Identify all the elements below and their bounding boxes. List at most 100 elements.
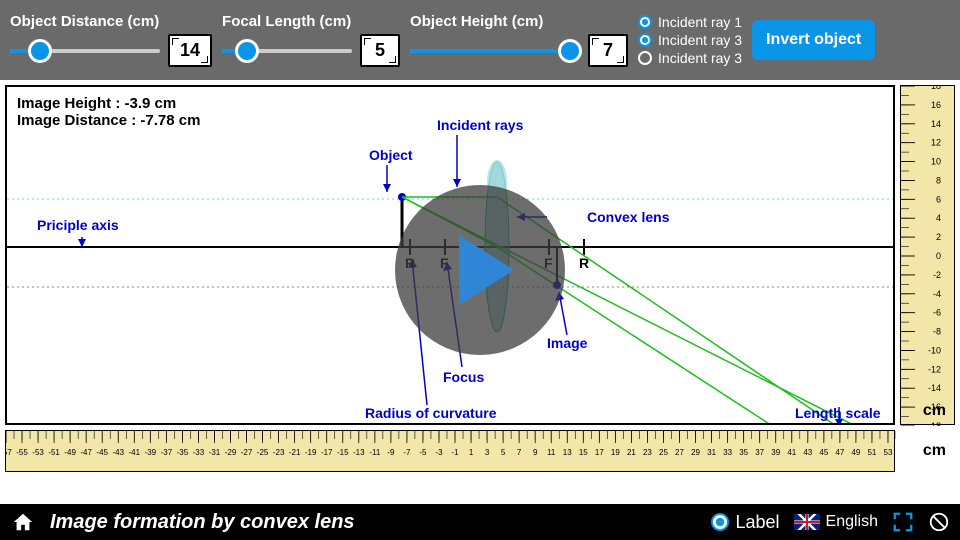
incident-ray-1-toggle[interactable]: Incident ray 1	[638, 14, 742, 30]
svg-text:3: 3	[485, 448, 490, 457]
svg-text:13: 13	[563, 448, 572, 457]
label-toggle[interactable]: Label	[711, 512, 779, 533]
radio-on-icon	[711, 513, 729, 531]
svg-text:6: 6	[936, 194, 941, 204]
svg-text:21: 21	[627, 448, 636, 457]
svg-text:19: 19	[611, 448, 620, 457]
svg-text:-41: -41	[129, 448, 141, 457]
object-height-value[interactable]: 7	[588, 34, 628, 67]
horizontal-ruler[interactable]: -57-55-53-51-49-47-45-43-41-39-37-35-33-…	[5, 430, 895, 472]
svg-text:39: 39	[771, 448, 780, 457]
svg-text:-6: -6	[933, 308, 941, 318]
svg-text:-51: -51	[48, 448, 60, 457]
play-button[interactable]	[395, 185, 565, 355]
label-incident-rays: Incident rays	[437, 117, 523, 133]
object-height-control: Object Height (cm) 7	[410, 13, 628, 67]
radio-on-icon	[638, 33, 652, 47]
svg-text:33: 33	[723, 448, 732, 457]
svg-text:-5: -5	[419, 448, 427, 457]
incident-ray-2-toggle[interactable]: Incident ray 3	[638, 32, 742, 48]
svg-text:-43: -43	[112, 448, 124, 457]
invert-object-button[interactable]: Invert object	[752, 20, 875, 59]
svg-text:29: 29	[691, 448, 700, 457]
home-icon[interactable]	[10, 511, 36, 533]
label-R-right: R	[579, 255, 589, 271]
svg-text:-10: -10	[928, 345, 941, 355]
radio-off-icon	[638, 51, 652, 65]
svg-text:37: 37	[755, 448, 764, 457]
svg-text:14: 14	[931, 119, 941, 129]
svg-text:23: 23	[643, 448, 652, 457]
svg-text:-47: -47	[80, 448, 92, 457]
svg-text:-12: -12	[928, 364, 941, 374]
svg-text:5: 5	[501, 448, 506, 457]
svg-text:27: 27	[675, 448, 684, 457]
label-convex-lens: Convex lens	[587, 209, 669, 225]
label-principle-axis: Priciple axis	[37, 217, 119, 233]
focal-length-control: Focal Length (cm) 5	[222, 13, 400, 67]
svg-text:-3: -3	[435, 448, 443, 457]
svg-text:-15: -15	[337, 448, 349, 457]
language-selector[interactable]: English	[794, 513, 878, 531]
svg-text:4: 4	[936, 213, 941, 223]
svg-text:-53: -53	[32, 448, 44, 457]
svg-text:0: 0	[936, 251, 941, 261]
svg-text:-45: -45	[96, 448, 108, 457]
radio-on-icon	[638, 15, 652, 29]
svg-text:-9: -9	[387, 448, 395, 457]
svg-text:-37: -37	[161, 448, 173, 457]
fullscreen-icon[interactable]	[892, 511, 914, 533]
label-radius: Radius of curvature	[365, 405, 496, 421]
app-title: Image formation by convex lens	[50, 511, 697, 534]
label-length-scale: Length scale	[795, 405, 881, 421]
svg-text:-23: -23	[273, 448, 285, 457]
object-distance-label: Object Distance (cm)	[10, 13, 212, 30]
svg-text:7: 7	[517, 448, 522, 457]
svg-text:-19: -19	[305, 448, 317, 457]
object-distance-value[interactable]: 14	[168, 34, 212, 67]
svg-text:-49: -49	[64, 448, 76, 457]
svg-text:43: 43	[803, 448, 812, 457]
focal-length-slider[interactable]	[222, 41, 352, 61]
svg-text:1: 1	[469, 448, 474, 457]
svg-text:11: 11	[547, 448, 556, 457]
object-distance-control: Object Distance (cm) 14	[10, 13, 212, 67]
label-focus: Focus	[443, 369, 484, 385]
vruler-unit: cm	[923, 402, 946, 420]
svg-text:-8: -8	[933, 327, 941, 337]
svg-text:-39: -39	[145, 448, 157, 457]
svg-text:41: 41	[787, 448, 796, 457]
svg-text:-11: -11	[369, 448, 381, 457]
svg-text:-27: -27	[241, 448, 253, 457]
svg-text:31: 31	[707, 448, 716, 457]
play-icon	[459, 235, 514, 305]
label-image: Image	[547, 335, 587, 351]
object-height-slider[interactable]	[410, 41, 580, 61]
hruler-unit: cm	[923, 442, 946, 460]
svg-text:-25: -25	[257, 448, 269, 457]
ray-toggles: Incident ray 1 Incident ray 3 Incident r…	[638, 14, 742, 66]
focal-length-value[interactable]: 5	[360, 34, 400, 67]
svg-text:-2: -2	[933, 270, 941, 280]
svg-text:-14: -14	[928, 383, 941, 393]
svg-text:-21: -21	[289, 448, 301, 457]
incident-ray-3-toggle[interactable]: Incident ray 3	[638, 50, 742, 66]
svg-text:-33: -33	[193, 448, 205, 457]
svg-text:53: 53	[884, 448, 893, 457]
svg-text:16: 16	[931, 100, 941, 110]
svg-text:51: 51	[867, 448, 876, 457]
top-controls: Object Distance (cm) 14 Focal Length (cm…	[0, 0, 960, 80]
svg-text:18: 18	[931, 86, 941, 91]
svg-text:17: 17	[595, 448, 604, 457]
reset-icon[interactable]	[928, 511, 950, 533]
object-distance-slider[interactable]	[10, 41, 160, 61]
svg-text:2: 2	[936, 232, 941, 242]
bottom-bar: Image formation by convex lens Label Eng…	[0, 504, 960, 540]
svg-text:10: 10	[931, 157, 941, 167]
vertical-ruler[interactable]: -18-16-14-12-10-8-6-4-2024681012141618	[900, 85, 955, 425]
svg-text:-29: -29	[225, 448, 237, 457]
svg-text:-7: -7	[403, 448, 411, 457]
svg-text:45: 45	[819, 448, 828, 457]
svg-text:-1: -1	[451, 448, 459, 457]
svg-text:-18: -18	[928, 421, 941, 426]
